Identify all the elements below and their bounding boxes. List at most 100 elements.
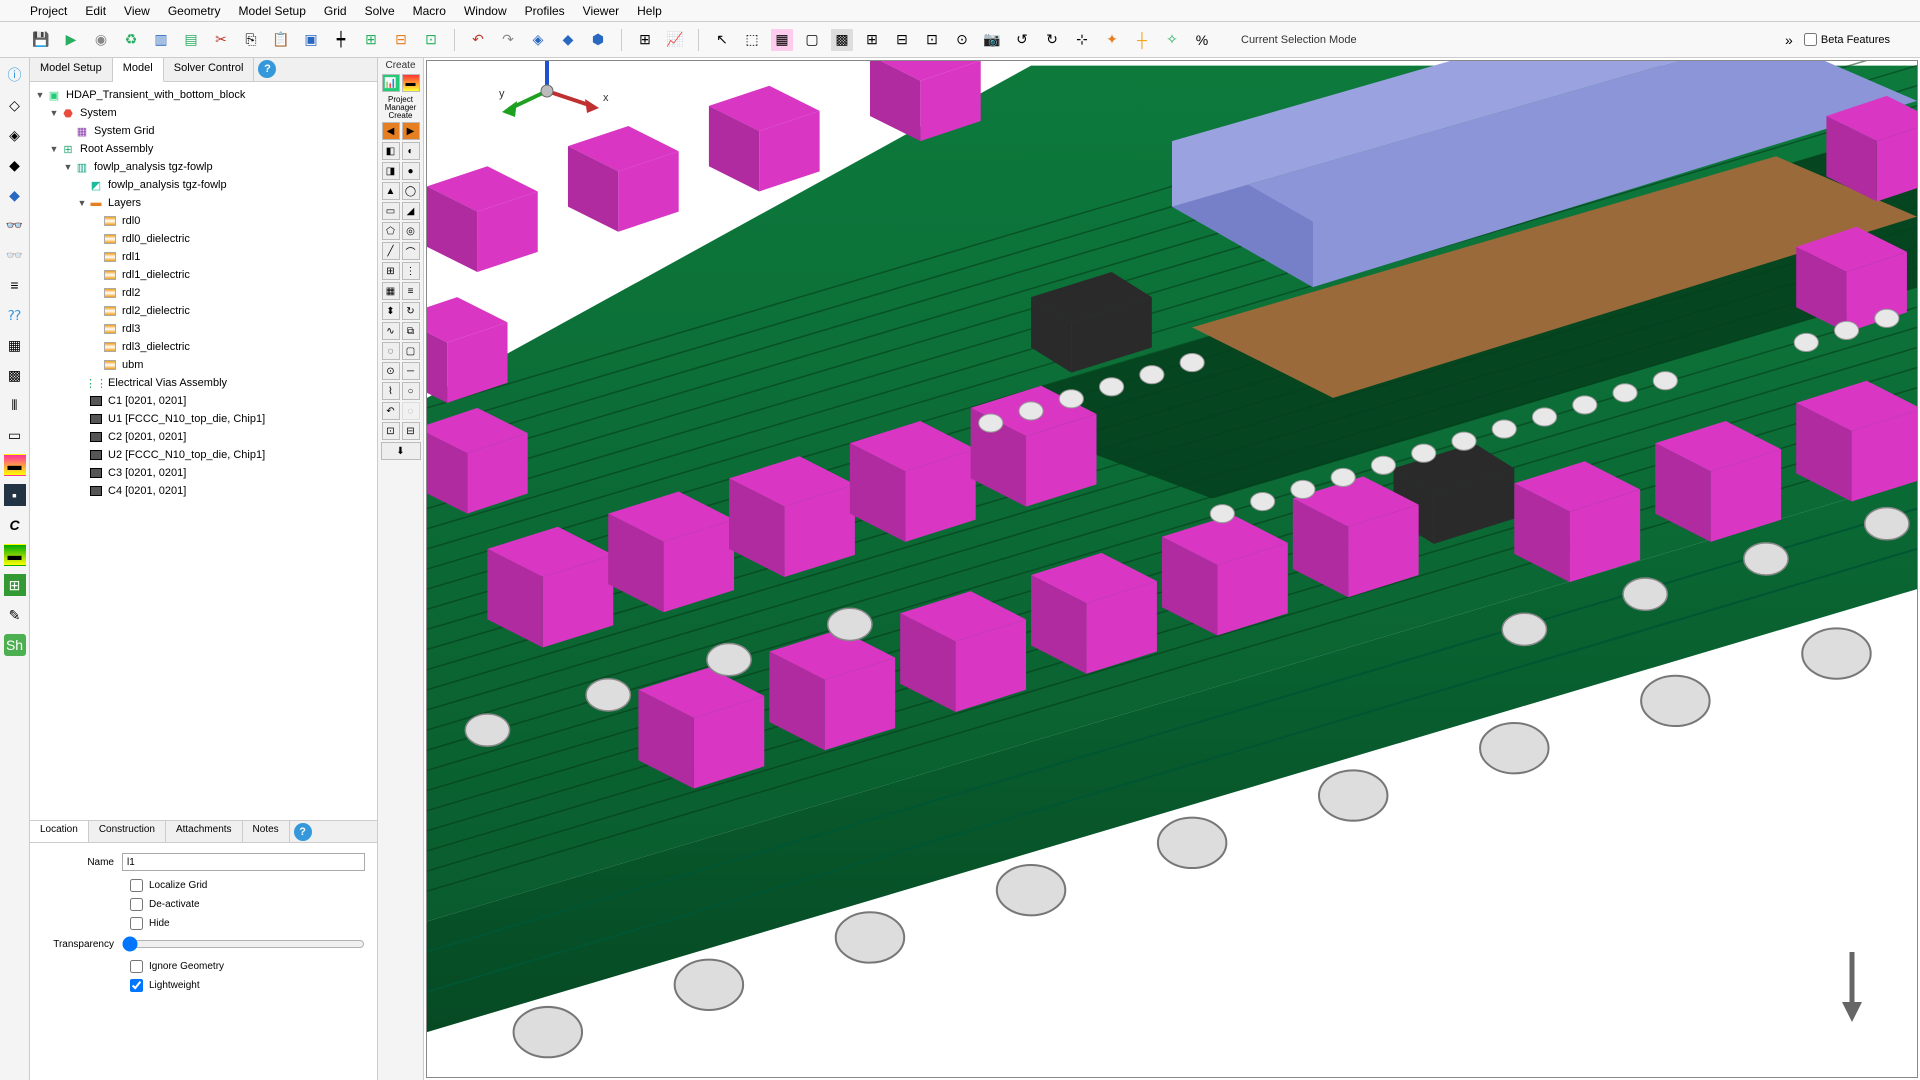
thermal-icon[interactable]: ▬ bbox=[4, 544, 26, 566]
shape-wedge-icon[interactable]: ◢ bbox=[402, 202, 420, 220]
chip2-icon[interactable]: ▩ bbox=[4, 364, 26, 386]
chart2-icon[interactable]: ▤ bbox=[180, 29, 202, 51]
prop-tab-location[interactable]: Location bbox=[30, 821, 89, 842]
snap1-icon[interactable]: ⊹ bbox=[1071, 29, 1093, 51]
quad1-icon[interactable]: ⊞ bbox=[861, 29, 883, 51]
tree-component[interactable]: C1 [0201, 0201] bbox=[34, 392, 373, 410]
nav-right-icon[interactable]: ▶ bbox=[402, 122, 420, 140]
tree-layer[interactable]: rdl3_dielectric bbox=[34, 338, 373, 356]
sh-icon[interactable]: Sh bbox=[4, 634, 26, 656]
align3-icon[interactable]: ⊡ bbox=[420, 29, 442, 51]
align2-icon[interactable]: ⊟ bbox=[390, 29, 412, 51]
shape-sweep-icon[interactable]: ∿ bbox=[382, 322, 400, 340]
shape-plate-icon[interactable]: ▭ bbox=[382, 202, 400, 220]
snap3-icon[interactable]: ┼ bbox=[1131, 29, 1153, 51]
menu-project[interactable]: Project bbox=[30, 4, 67, 18]
shape-bond-icon[interactable]: ⌇ bbox=[382, 382, 400, 400]
nav-left-icon[interactable]: ◀ bbox=[382, 122, 400, 140]
tool-group-icon[interactable]: ⊡ bbox=[382, 422, 400, 440]
snap4-icon[interactable]: ✧ bbox=[1161, 29, 1183, 51]
menu-solve[interactable]: Solve bbox=[365, 4, 395, 18]
create-thermal-icon[interactable]: ▬ bbox=[402, 74, 420, 92]
menu-view[interactable]: View bbox=[124, 4, 150, 18]
help-icon[interactable]: ? bbox=[294, 823, 312, 841]
diamond1-icon[interactable]: ◇ bbox=[4, 94, 26, 116]
menu-model-setup[interactable]: Model Setup bbox=[239, 4, 306, 18]
cut-icon[interactable]: ✂ bbox=[210, 29, 232, 51]
tab-solver-control[interactable]: Solver Control bbox=[164, 58, 255, 81]
tree-component[interactable]: C2 [0201, 0201] bbox=[34, 428, 373, 446]
shape-arc-icon[interactable]: ⌒ bbox=[402, 242, 420, 260]
menu-macro[interactable]: Macro bbox=[413, 4, 446, 18]
quad2-icon[interactable]: ⊟ bbox=[891, 29, 913, 51]
shape-poly-icon[interactable]: ⬠ bbox=[382, 222, 400, 240]
tree-component[interactable]: C3 [0201, 0201] bbox=[34, 464, 373, 482]
shape-prism-icon[interactable]: ◨ bbox=[382, 162, 400, 180]
ruler-icon[interactable]: ┿ bbox=[330, 29, 352, 51]
shape-revolve-icon[interactable]: ↻ bbox=[402, 302, 420, 320]
cc-icon[interactable]: C bbox=[4, 514, 26, 536]
name-input[interactable] bbox=[122, 853, 365, 871]
shape-extrude-icon[interactable]: ⬍ bbox=[382, 302, 400, 320]
info-icon[interactable]: ⓘ bbox=[4, 64, 26, 86]
gradient-icon[interactable]: ▬ bbox=[4, 454, 26, 476]
tree-package-inner[interactable]: ◩fowlp_analysis tgz-fowlp bbox=[34, 176, 373, 194]
shape-mesh-icon[interactable]: ⊞ bbox=[382, 262, 400, 280]
menu-geometry[interactable]: Geometry bbox=[168, 4, 221, 18]
ignore-geometry-checkbox[interactable] bbox=[130, 960, 143, 973]
rotate-cw-icon[interactable]: ↻ bbox=[1041, 29, 1063, 51]
undo-icon[interactable]: ↶ bbox=[467, 29, 489, 51]
tool-undo-icon[interactable]: ↶ bbox=[382, 402, 400, 420]
run-icon[interactable]: ▶ bbox=[60, 29, 82, 51]
shape-ball-icon[interactable]: ○ bbox=[402, 382, 420, 400]
quad3-icon[interactable]: ⊡ bbox=[921, 29, 943, 51]
solid-cube-icon[interactable]: ◆ bbox=[557, 29, 579, 51]
shape-torus-icon[interactable]: ◯ bbox=[402, 182, 420, 200]
chart1-icon[interactable]: ▥ bbox=[150, 29, 172, 51]
prop-tab-notes[interactable]: Notes bbox=[243, 821, 290, 842]
prop-tab-attachments[interactable]: Attachments bbox=[166, 821, 243, 842]
help-icon[interactable]: ? bbox=[258, 60, 276, 78]
beta-checkbox[interactable] bbox=[1804, 33, 1817, 46]
select-box-icon[interactable]: ⬚ bbox=[741, 29, 763, 51]
redo-icon[interactable]: ↷ bbox=[497, 29, 519, 51]
shape-via-icon[interactable]: ⊙ bbox=[382, 362, 400, 380]
menu-window[interactable]: Window bbox=[464, 4, 507, 18]
point-icon[interactable]: ⊙ bbox=[951, 29, 973, 51]
blue-diamond-icon[interactable]: ◆ bbox=[4, 184, 26, 206]
wireframe-cube-icon[interactable]: ◈ bbox=[527, 29, 549, 51]
refresh-icon[interactable]: ♻ bbox=[120, 29, 142, 51]
shape-grid-icon[interactable]: ▦ bbox=[382, 282, 400, 300]
shape-trace-icon[interactable]: ─ bbox=[402, 362, 420, 380]
tree-layer[interactable]: rdl1 bbox=[34, 248, 373, 266]
tool-dim-icon[interactable]: ◌ bbox=[402, 402, 420, 420]
tree-system-grid[interactable]: ▦System Grid bbox=[34, 122, 373, 140]
shaded-cube-icon[interactable]: ⬢ bbox=[587, 29, 609, 51]
tree-layer[interactable]: rdl2 bbox=[34, 284, 373, 302]
globe-icon[interactable]: ◉ bbox=[90, 29, 112, 51]
3d-viewport[interactable]: z x y bbox=[426, 60, 1918, 1078]
localize-grid-checkbox[interactable] bbox=[130, 879, 143, 892]
vertex-sel-icon[interactable]: ▩ bbox=[831, 29, 853, 51]
copy-icon[interactable]: ⎘ bbox=[240, 29, 262, 51]
box-icon[interactable]: ▣ bbox=[300, 29, 322, 51]
pointer-icon[interactable]: ↖ bbox=[711, 29, 733, 51]
menu-profiles[interactable]: Profiles bbox=[525, 4, 565, 18]
tab-model-setup[interactable]: Model Setup bbox=[30, 58, 113, 81]
menu-edit[interactable]: Edit bbox=[85, 4, 106, 18]
transparency-slider[interactable] bbox=[122, 936, 365, 952]
tree-layer[interactable]: rdl1_dielectric bbox=[34, 266, 373, 284]
shape-pad-icon[interactable]: ▢ bbox=[402, 342, 420, 360]
tree-root[interactable]: ▼▣HDAP_Transient_with_bottom_block bbox=[34, 86, 373, 104]
shape-loft-icon[interactable]: ⧉ bbox=[402, 322, 420, 340]
paste-icon[interactable]: 📋 bbox=[270, 29, 292, 51]
save-icon[interactable]: 💾 bbox=[30, 29, 52, 51]
shape-cyl-icon[interactable]: ◐ bbox=[402, 142, 420, 160]
camera-icon[interactable]: 📷 bbox=[981, 29, 1003, 51]
tree-system[interactable]: ▼⬣System bbox=[34, 104, 373, 122]
grid-view-icon[interactable]: ⊞ bbox=[634, 29, 656, 51]
tree-layers[interactable]: ▼▬Layers bbox=[34, 194, 373, 212]
tree-layer[interactable]: rdl0 bbox=[34, 212, 373, 230]
create-chart-icon[interactable]: 📊 bbox=[382, 74, 400, 92]
model-tree[interactable]: ▼▣HDAP_Transient_with_bottom_block ▼⬣Sys… bbox=[30, 82, 377, 820]
